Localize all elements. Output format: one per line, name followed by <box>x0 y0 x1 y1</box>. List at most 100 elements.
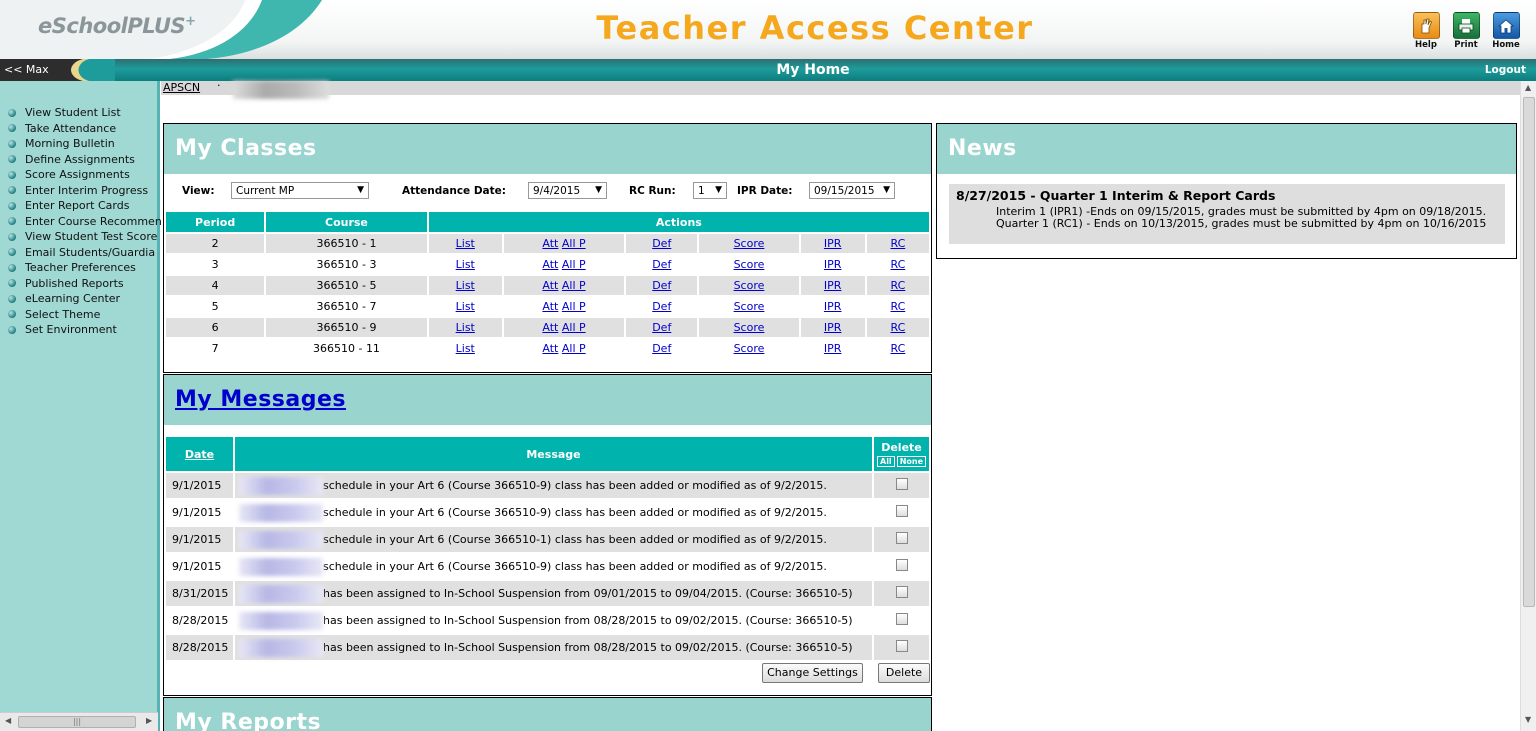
rc-link[interactable]: RC <box>890 237 905 250</box>
attendance-date-select[interactable]: 9/4/2015 ▼ <box>528 182 607 199</box>
delete-checkbox[interactable] <box>895 640 908 652</box>
column-header-date[interactable]: Date <box>166 437 233 471</box>
scrollbar-thumb[interactable]: ||| <box>18 716 136 728</box>
att-link[interactable]: Att <box>542 321 558 334</box>
sidebar-item-enter-course-recommendations[interactable]: Enter Course Recommen <box>8 214 162 230</box>
score-link[interactable]: Score <box>734 300 765 313</box>
score-link[interactable]: Score <box>734 258 765 271</box>
rc-link[interactable]: RC <box>890 300 905 313</box>
page-vertical-scrollbar[interactable]: ▲ ▼ <box>1520 81 1536 731</box>
att-link[interactable]: Att <box>542 237 558 250</box>
ipr-link[interactable]: IPR <box>824 237 842 250</box>
ipr-cell: IPR <box>801 339 865 358</box>
list-link[interactable]: List <box>456 258 475 271</box>
sidebar-item-set-environment[interactable]: Set Environment <box>8 322 162 338</box>
ipr-link[interactable]: IPR <box>824 300 842 313</box>
sidebar-item-elearning-center[interactable]: eLearning Center <box>8 291 162 307</box>
help-button[interactable]: Help <box>1410 12 1442 50</box>
ipr-date-select[interactable]: 09/15/2015 ▼ <box>809 182 895 199</box>
scrollbar-thumb[interactable] <box>1523 97 1535 607</box>
score-link[interactable]: Score <box>734 342 765 355</box>
score-cell: Score <box>699 297 798 316</box>
message-text: has been assigned to In-School Suspensio… <box>323 640 853 654</box>
att-link[interactable]: Att <box>542 279 558 292</box>
delete-checkbox[interactable] <box>895 586 908 598</box>
select-none-button[interactable]: None <box>896 456 926 467</box>
delete-checkbox[interactable] <box>895 532 908 544</box>
my-messages-title-link[interactable]: My Messages <box>175 387 346 412</box>
ipr-link[interactable]: IPR <box>824 342 842 355</box>
list-link[interactable]: List <box>456 321 475 334</box>
sidebar-item-label: Select Theme <box>25 307 101 321</box>
period-cell: 7 <box>211 342 219 355</box>
sidebar-item-score-assignments[interactable]: Score Assignments <box>8 167 162 183</box>
logout-link[interactable]: Logout <box>1485 64 1526 76</box>
sidebar-item-enter-report-cards[interactable]: Enter Report Cards <box>8 198 162 214</box>
bullet-icon <box>8 232 16 241</box>
delete-checkbox[interactable] <box>895 478 908 490</box>
sidebar-item-published-reports[interactable]: Published Reports <box>8 276 162 292</box>
att-link[interactable]: Att <box>542 258 558 271</box>
all-present-link[interactable]: All P <box>562 237 586 250</box>
rc-link[interactable]: RC <box>890 279 905 292</box>
ipr-link[interactable]: IPR <box>824 321 842 334</box>
all-present-link[interactable]: All P <box>562 342 586 355</box>
delete-button[interactable]: Delete <box>878 663 930 683</box>
sidebar-item-view-student-list[interactable]: View Student List <box>8 105 162 121</box>
sidebar-item-define-assignments[interactable]: Define Assignments <box>8 152 162 168</box>
def-link[interactable]: Def <box>652 300 671 313</box>
view-select[interactable]: Current MP ▼ <box>231 182 369 199</box>
print-button[interactable]: Print <box>1450 12 1482 50</box>
period-cell: 2 <box>166 234 265 253</box>
delete-checkbox[interactable] <box>895 613 908 625</box>
list-link[interactable]: List <box>456 300 475 313</box>
def-link[interactable]: Def <box>652 321 671 334</box>
sidebar-item-email-students-guardians[interactable]: Email Students/Guardia <box>8 245 162 261</box>
att-link[interactable]: Att <box>542 342 558 355</box>
delete-checkbox[interactable] <box>895 505 908 517</box>
def-link[interactable]: Def <box>652 342 671 355</box>
def-link[interactable]: Def <box>652 237 671 250</box>
sidebar-item-view-student-test-scores[interactable]: View Student Test Score <box>8 229 162 245</box>
rc-link[interactable]: RC <box>890 342 905 355</box>
sidebar-item-teacher-preferences[interactable]: Teacher Preferences <box>8 260 162 276</box>
def-link[interactable]: Def <box>652 279 671 292</box>
breadcrumb-link-apscn[interactable]: APSCN <box>163 81 200 94</box>
all-present-link[interactable]: All P <box>562 279 586 292</box>
score-link[interactable]: Score <box>734 237 765 250</box>
scroll-left-icon[interactable]: ◀ <box>5 716 11 725</box>
list-link[interactable]: List <box>456 237 475 250</box>
sidebar-item-select-theme[interactable]: Select Theme <box>8 307 162 323</box>
list-link[interactable]: List <box>456 342 475 355</box>
max-toggle-button[interactable]: << Max <box>4 63 49 76</box>
score-link[interactable]: Score <box>734 321 765 334</box>
def-link[interactable]: Def <box>652 258 671 271</box>
rc-link[interactable]: RC <box>890 321 905 334</box>
ipr-link[interactable]: IPR <box>824 279 842 292</box>
sidebar-item-morning-bulletin[interactable]: Morning Bulletin <box>8 136 162 152</box>
delete-checkbox[interactable] <box>895 559 908 571</box>
sidebar-item-take-attendance[interactable]: Take Attendance <box>8 121 162 137</box>
sidebar-horizontal-scrollbar[interactable]: ◀ ||| ▶ <box>0 712 158 731</box>
scroll-right-icon[interactable]: ▶ <box>146 716 152 725</box>
rc-link[interactable]: RC <box>890 258 905 271</box>
all-present-link[interactable]: All P <box>562 258 586 271</box>
dropdown-arrow-icon: ▼ <box>883 185 890 195</box>
ipr-link[interactable]: IPR <box>824 258 842 271</box>
scroll-down-icon[interactable]: ▼ <box>1525 715 1531 724</box>
def-cell: Def <box>626 339 697 358</box>
change-settings-button[interactable]: Change Settings <box>762 663 863 683</box>
sidebar-item-enter-interim-progress[interactable]: Enter Interim Progress <box>8 183 162 199</box>
all-present-link[interactable]: All P <box>562 300 586 313</box>
rc-run-select[interactable]: 1 ▼ <box>693 182 727 199</box>
home-button[interactable]: Home <box>1490 12 1522 50</box>
select-all-button[interactable]: All <box>877 456 895 467</box>
att-link[interactable]: Att <box>542 300 558 313</box>
all-present-link[interactable]: All P <box>562 321 586 334</box>
scroll-up-icon[interactable]: ▲ <box>1525 83 1531 92</box>
my-classes-panel: My Classes View: Current MP ▼ Attendance … <box>163 123 932 373</box>
list-cell: List <box>429 255 502 274</box>
score-link[interactable]: Score <box>734 279 765 292</box>
course-cell: 366510 - 5 <box>266 276 427 295</box>
list-link[interactable]: List <box>456 279 475 292</box>
